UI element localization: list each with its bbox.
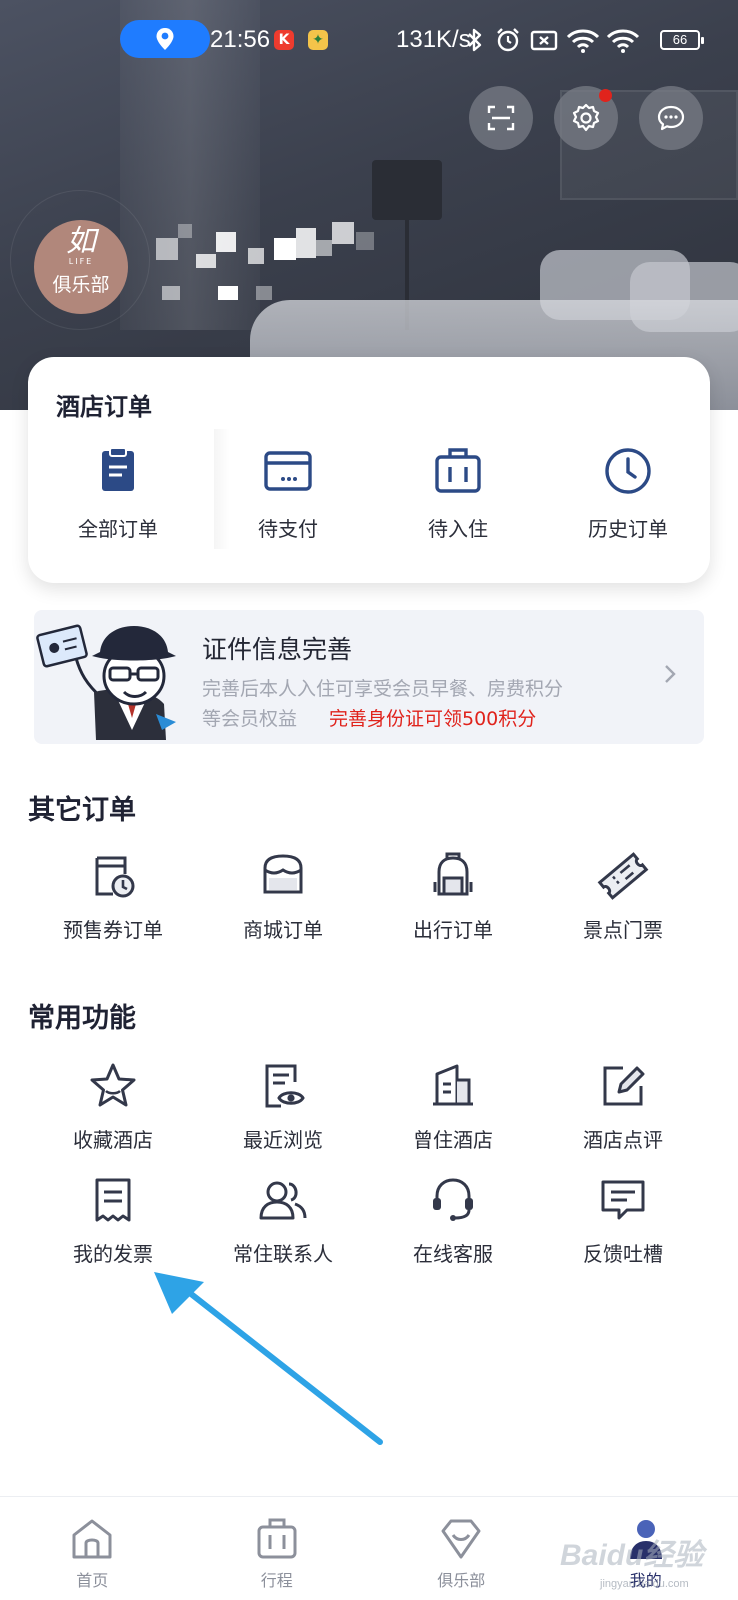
annotation-arrow [154,1272,383,1445]
favorite-hotels-label: 收藏酒店 [73,1128,153,1152]
banner-promo: 完善身份证可领500积分 [329,708,537,730]
presale-coupon-orders-label: 预售券订单 [63,918,163,942]
feedback-button[interactable]: 反馈吐槽 [538,1172,708,1286]
attraction-tickets-label: 景点门票 [583,918,663,942]
club-logo: 如 [66,224,96,259]
notification-dot [599,89,612,102]
hotel-orders-card: 酒店订单 全部订单 待支付 待入住 历史订单 [28,357,710,583]
club-label: 俱乐部 [52,274,110,296]
banner-description-line2: 等会员权益 [202,708,298,730]
other-orders-grid: 预售券订单 商城订单 出行订单 景点门票 [28,848,708,962]
online-support-button[interactable]: 在线客服 [368,1172,538,1286]
edit-icon [603,1066,645,1106]
wifi-icon [606,29,640,53]
order-pending-payment-label: 待支付 [258,517,318,541]
contacts-icon [259,1181,307,1220]
baidu-watermark-url: jingyan.baidu.com [600,1578,689,1590]
common-functions-grid: 收藏酒店 最近浏览 曾住酒店 酒店点评 我的发票 常住联系人 在线客服 反馈吐槽 [28,1058,708,1286]
other-orders-title: 其它订单 [28,795,136,826]
online-support-label: 在线客服 [413,1242,493,1266]
frequent-contacts-label: 常住联系人 [233,1242,333,1266]
mall-orders-label: 商城订单 [243,918,323,942]
hotel-orders-title: 酒店订单 [56,393,152,421]
headset-icon [433,1178,473,1221]
location-pill[interactable] [120,20,210,58]
presale-coupon-orders-button[interactable]: 预售券订单 [28,848,198,962]
feedback-icon [601,1180,645,1220]
chevron-right-icon [665,665,676,683]
recently-viewed-label: 最近浏览 [243,1128,323,1152]
feedback-label: 反馈吐槽 [583,1242,663,1266]
order-pending-payment-button[interactable]: 待支付 [208,445,368,542]
common-functions-title: 常用功能 [28,1003,136,1034]
order-pending-checkin-button[interactable]: 待入住 [378,445,538,542]
nav-home-label: 首页 [76,1571,109,1590]
travel-orders-button[interactable]: 出行订单 [368,848,538,962]
nav-club-label: 俱乐部 [437,1571,486,1590]
nav-home[interactable]: 首页 [0,1497,185,1600]
banner-title: 证件信息完善 [202,635,353,664]
messages-button[interactable] [639,86,703,150]
network-speed: 131K/s [396,26,471,53]
location-pin-icon [156,28,174,50]
settings-button[interactable] [554,86,618,150]
my-invoices-label: 我的发票 [73,1242,153,1266]
ticket-icon [597,852,649,900]
order-pending-checkin-label: 待入住 [428,517,488,541]
banner-description: 完善后本人入住可享受会员早餐、房费积分 [202,678,564,700]
gear-icon [572,103,600,132]
order-history-button[interactable]: 历史订单 [548,445,708,542]
avatar[interactable]: 如 LIFE 俱乐部 [34,220,128,314]
recently-viewed-button[interactable]: 最近浏览 [198,1058,368,1172]
backpack-icon [433,852,473,896]
background-photo-lamp [372,160,442,220]
suitcase-icon [435,448,481,493]
clipboard-icon [102,447,134,491]
presale-coupon-icon [95,856,135,898]
club-logo-sub: LIFE [68,257,94,266]
wallet-icon [264,451,312,491]
home-icon [72,1519,112,1559]
alarm-icon [497,28,519,52]
star-icon [90,1063,136,1107]
scan-icon [487,105,515,131]
kuaishou-app-icon: K [274,30,294,50]
stayed-hotels-label: 曾住酒店 [413,1128,493,1152]
id-completion-banner[interactable]: 证件信息完善 完善后本人入住可享受会员早餐、房费积分 等会员权益 完善身份证可领… [34,610,704,744]
status-time: 21:56 [210,26,271,53]
no-sim-icon [530,30,558,51]
profile-header: 21:56 K ✦ 131K/s 66 如 LIFE 俱乐部 [0,0,738,410]
shop-icon [263,854,303,894]
favorite-hotels-button[interactable]: 收藏酒店 [28,1058,198,1172]
nav-trips-label: 行程 [260,1571,293,1590]
baidu-watermark: Baidu经验 [560,1539,704,1572]
wifi-icon [566,29,600,53]
mall-orders-button[interactable]: 商城订单 [198,848,368,962]
scan-button[interactable] [469,86,533,150]
nav-trips[interactable]: 行程 [185,1497,370,1600]
stayed-hotels-button[interactable]: 曾住酒店 [368,1058,538,1172]
clock-icon [605,448,651,494]
chat-bubble-icon [657,105,685,131]
hotel-reviews-label: 酒店点评 [583,1128,663,1152]
building-icon [433,1064,473,1106]
hotel-orders-list: 全部订单 待支付 待入住 历史订单 [28,445,710,542]
mascot-illustration [36,624,176,740]
nav-club[interactable]: 俱乐部 [369,1497,554,1600]
order-history-label: 历史订单 [588,517,668,541]
battery-indicator: 66 [660,30,704,50]
order-all-label: 全部订单 [78,517,158,541]
luggage-icon [257,1518,297,1559]
attraction-tickets-button[interactable]: 景点门票 [538,848,708,962]
maps-app-icon: ✦ [308,30,328,50]
invoice-icon [95,1178,131,1222]
order-all-button[interactable]: 全部订单 [38,445,198,542]
history-eye-icon [265,1064,305,1108]
hotel-reviews-button[interactable]: 酒店点评 [538,1058,708,1172]
bluetooth-icon [468,28,482,52]
travel-orders-label: 出行订单 [413,918,493,942]
diamond-icon [441,1519,481,1559]
status-bar: 21:56 K ✦ 131K/s 66 [0,20,738,60]
username-redacted [156,214,386,314]
